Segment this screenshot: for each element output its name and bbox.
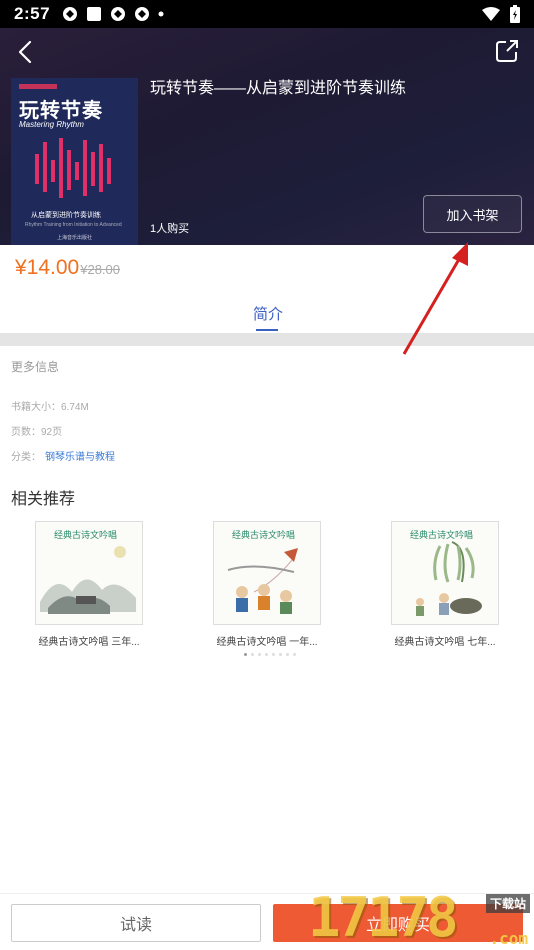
- status-system-icons: [482, 5, 520, 23]
- cover-rhythm-graphic: [35, 138, 111, 198]
- notification-app-icon-3: [135, 7, 150, 21]
- cover-english-tagline: Rhythm Training from Initiation to Advan…: [25, 222, 122, 228]
- recommend-heading: 相关推荐: [11, 491, 76, 508]
- book-title: 玩转节奏——从启蒙到进阶节奏训练: [150, 80, 407, 97]
- more-info-heading: 更多信息: [11, 360, 60, 374]
- bottom-action-bar: 试读 立即购买: [0, 893, 534, 950]
- more-notifications-dot-icon: [158, 11, 164, 17]
- landscape-illustration: [40, 546, 136, 614]
- recommend-label: 经典古诗文吟唱 三年...: [38, 637, 140, 648]
- carousel-pagination: [244, 653, 296, 656]
- notification-square-icon: [87, 7, 102, 21]
- cover-title: 玩转节奏: [19, 98, 103, 122]
- recommend-label: 经典古诗文吟唱 一年...: [216, 637, 318, 648]
- buyer-count: 1人购买: [150, 223, 190, 235]
- status-time: 2:57: [14, 4, 51, 23]
- carousel-dot[interactable]: [293, 653, 296, 656]
- carousel-dot[interactable]: [272, 653, 275, 656]
- current-price: ¥14.00: [15, 256, 80, 279]
- book-cover[interactable]: 玩转节奏 Mastering Rhythm 从启蒙到进阶节奏训练 Rhythm …: [11, 78, 138, 245]
- price-row: ¥14.00 ¥28.00: [15, 256, 120, 280]
- status-notification-icons: [62, 6, 164, 22]
- carousel-dot[interactable]: [244, 653, 247, 656]
- original-price: ¥28.00: [80, 262, 120, 277]
- carousel-dot[interactable]: [279, 653, 282, 656]
- page-count: 页数：92页: [11, 427, 63, 438]
- cover-tagline: 从启蒙到进阶节奏训练: [31, 212, 101, 219]
- battery-icon: [510, 5, 520, 23]
- willow-ox-illustration: [416, 541, 482, 616]
- recommend-item[interactable]: 经典古诗文吟唱 经典古诗文吟唱 三年...: [35, 521, 143, 648]
- tab-active-indicator: [256, 329, 278, 331]
- share-icon[interactable]: [494, 38, 520, 64]
- recommend-item[interactable]: 经典古诗文吟唱 经典古诗文吟唱 一年...: [213, 521, 321, 648]
- cover-subtitle: Mastering Rhythm: [19, 120, 84, 129]
- notification-app-icon: [63, 7, 78, 21]
- carousel-dot[interactable]: [258, 653, 261, 656]
- recommend-item[interactable]: 经典古诗文吟唱 经典古诗文吟唱 七年...: [391, 521, 499, 648]
- status-bar: 2:57: [0, 0, 534, 28]
- book-size: 书籍大小：6.74M: [11, 402, 89, 413]
- category-label: 分类：: [11, 452, 41, 463]
- recommend-cover[interactable]: 经典古诗文吟唱: [391, 521, 499, 625]
- category-row: 分类： 钢琴乐谱与教程: [11, 448, 115, 463]
- wifi-icon: [482, 7, 500, 21]
- recommend-label: 经典古诗文吟唱 七年...: [394, 637, 496, 648]
- buy-now-button[interactable]: 立即购买: [273, 904, 523, 942]
- cover-series-tag: [19, 84, 57, 89]
- recommend-cover[interactable]: 经典古诗文吟唱: [35, 521, 143, 625]
- back-arrow-icon[interactable]: [12, 38, 40, 66]
- add-to-shelf-button[interactable]: 加入书架: [423, 195, 522, 233]
- kids-kite-illustration: [227, 548, 298, 614]
- book-header: 玩转节奏 Mastering Rhythm 从启蒙到进阶节奏训练 Rhythm …: [0, 28, 534, 245]
- notification-app-icon-2: [111, 7, 126, 21]
- try-read-button[interactable]: 试读: [11, 904, 261, 942]
- annotation-arrow-icon: [402, 242, 468, 355]
- carousel-dot[interactable]: [286, 653, 289, 656]
- category-link[interactable]: 钢琴乐谱与教程: [45, 452, 115, 463]
- recommend-cover[interactable]: 经典古诗文吟唱: [213, 521, 321, 625]
- carousel-dot[interactable]: [265, 653, 268, 656]
- tab-intro[interactable]: 简介: [240, 303, 296, 324]
- carousel-dot[interactable]: [251, 653, 254, 656]
- cover-publisher: 上海音乐出版社: [57, 235, 93, 241]
